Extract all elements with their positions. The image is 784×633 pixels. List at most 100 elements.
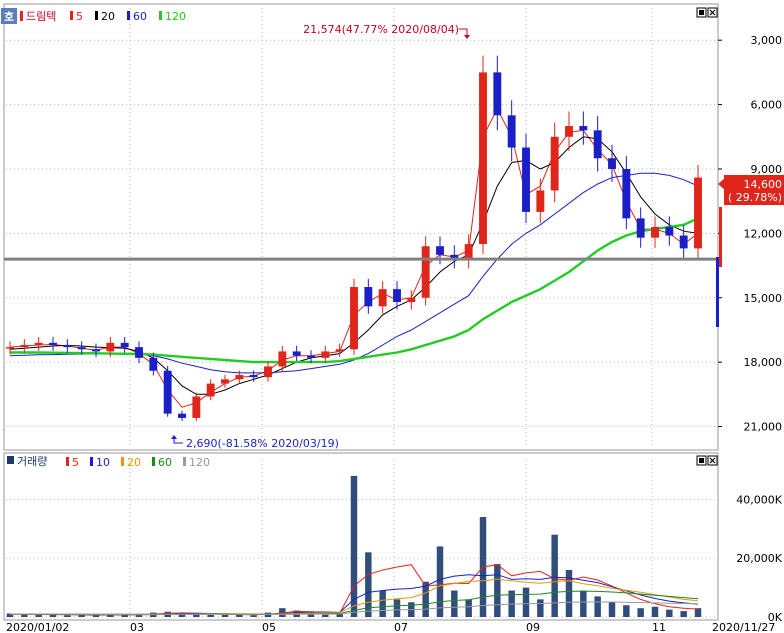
volume-bar [666, 609, 673, 617]
legend-label: 20 [101, 10, 115, 23]
candle-body [6, 347, 14, 349]
toggle-label[interactable]: 호 [4, 10, 14, 24]
candle-body [34, 342, 43, 345]
volume-legend-swatch [121, 457, 124, 466]
volume-legend-label: 60 [158, 456, 172, 469]
volume-legend-label: 5 [72, 456, 79, 469]
candle-body [536, 190, 545, 212]
candle-body [20, 344, 29, 348]
volume-bar [393, 599, 401, 617]
price-minimize-icon[interactable] [696, 7, 707, 18]
price-close-icon[interactable] [707, 7, 718, 18]
candle-body [77, 347, 86, 350]
volume-bar [694, 608, 702, 617]
volume-bar [21, 614, 28, 617]
candle-body [206, 383, 215, 397]
volume-legend-label: 10 [96, 456, 110, 469]
candle-body [665, 226, 674, 236]
legend-swatch [127, 11, 130, 20]
volume-legend-swatch [66, 457, 69, 466]
candle-body [92, 349, 100, 352]
price-tick-label: 21,000 [744, 421, 783, 434]
volume-bar [637, 608, 644, 617]
candle-body [49, 342, 57, 345]
volume-title-marker [7, 456, 14, 464]
candle-body [249, 375, 258, 378]
volume-title: 거래량 [17, 455, 47, 468]
candle-body [264, 366, 272, 378]
volume-bar [651, 606, 659, 617]
range-bar-down [716, 257, 719, 327]
candle-body [622, 168, 631, 219]
volume-legend-label: 120 [189, 456, 210, 469]
legend-label: 5 [76, 10, 83, 23]
candle-body [507, 115, 516, 148]
title-marker [20, 11, 23, 21]
price-tick-label: 18,000 [744, 356, 783, 369]
candle-body [149, 357, 158, 371]
price-tick-label: 12,000 [744, 227, 783, 240]
candle-body [292, 351, 301, 356]
candle-body [192, 396, 201, 418]
low-annotation: 2,690(-81.58% 2020/03/19) [186, 437, 339, 450]
volume-legend-label: 20 [127, 456, 141, 469]
volume-bar [623, 605, 630, 617]
price-tick-label: 6,000 [751, 99, 783, 112]
candle-body [235, 375, 244, 380]
volume-bar [422, 581, 429, 617]
candle-body [350, 287, 358, 350]
volume-legend-swatch [183, 457, 186, 466]
candle-body [565, 126, 573, 137]
legend-label: 60 [133, 10, 147, 23]
price-panel-frame [3, 3, 719, 451]
range-bar-up [719, 207, 722, 267]
x-tick-label: 2020/01/02 [6, 621, 69, 633]
candle-body [493, 72, 502, 116]
x-tick-label: 11 [652, 621, 666, 633]
price-title: 드림텍 [26, 10, 56, 23]
volume-bar [522, 587, 530, 617]
candle-body [679, 235, 688, 249]
legend-swatch [70, 11, 73, 20]
candle-body [120, 342, 129, 348]
volume-bar [565, 569, 573, 617]
volume-bar [221, 614, 229, 617]
x-tick-label: 07 [394, 621, 408, 633]
volume-tick-label: 20,000K [736, 552, 782, 565]
volume-bar [537, 599, 544, 617]
candle-body [436, 246, 444, 255]
volume-bar [680, 611, 687, 617]
candle-body [694, 177, 702, 249]
x-tick-label: 03 [130, 621, 144, 633]
current-change: ( 29.78%) [728, 191, 782, 204]
volume-legend-swatch [152, 457, 155, 466]
volume-bar [436, 546, 444, 617]
candle-body [479, 72, 487, 245]
volume-panel-frame [3, 452, 719, 621]
price-tick-label: 15,000 [744, 292, 783, 305]
candle-body [278, 351, 287, 367]
volume-bar [64, 615, 71, 617]
legend-swatch [95, 11, 98, 20]
candle-body [135, 347, 143, 358]
volume-bar [207, 614, 214, 617]
high-annotation: 21,574(47.77% 2020/08/04) [303, 23, 459, 36]
candle-body [63, 344, 72, 348]
volume-minimize-icon[interactable] [696, 455, 707, 466]
x-tick-label: 09 [526, 621, 540, 633]
volume-close-icon[interactable] [707, 455, 718, 466]
current-price: 14,600 [744, 178, 783, 191]
candle-body [550, 136, 559, 191]
volume-bar [465, 599, 472, 617]
candle-body [364, 287, 373, 307]
candle-body [163, 370, 172, 414]
volume-bar [594, 596, 601, 617]
candle-body [651, 226, 659, 238]
candle-body [335, 349, 344, 352]
candle-body [221, 379, 229, 384]
candle-body [407, 297, 416, 303]
volume-bar [322, 614, 329, 617]
current-price-badge: 14,600 ( 29.78%) [718, 175, 784, 205]
candle-body [321, 351, 330, 358]
stock-chart: 호 드림텍 5 20 60 120 21,574(47.77% 2020/08/04)… [0, 0, 784, 633]
